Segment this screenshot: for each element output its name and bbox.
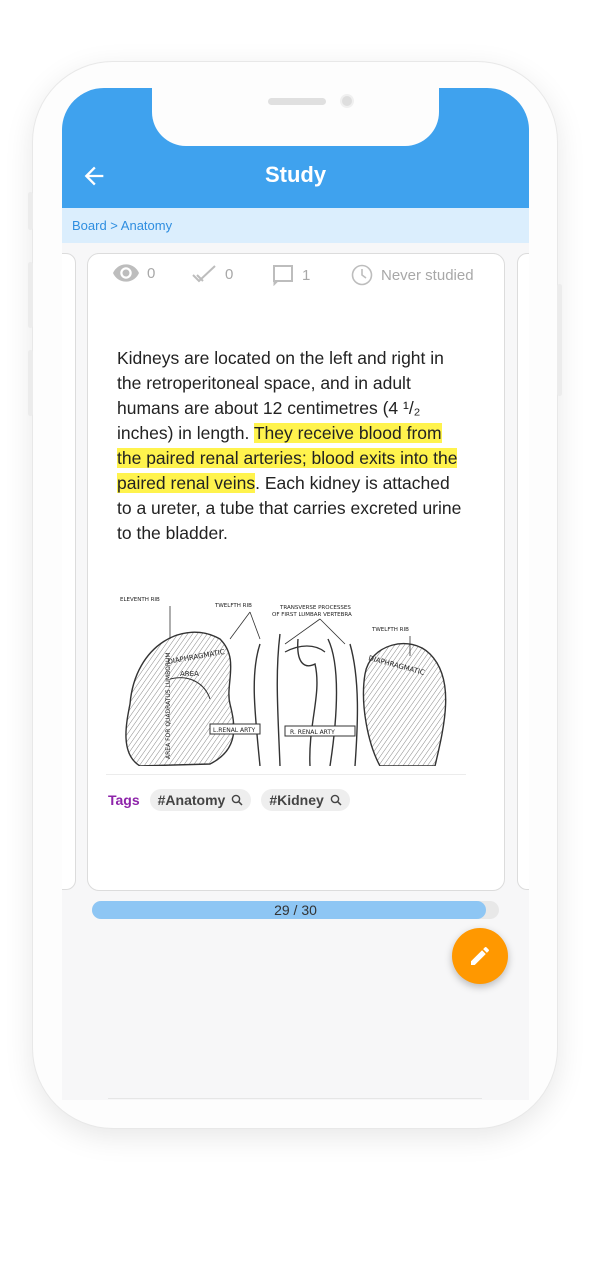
breadcrumb[interactable]: Board > Anatomy xyxy=(62,208,529,243)
edit-card-button[interactable] xyxy=(452,928,508,984)
comments-stat: 1 xyxy=(272,264,310,286)
phone-notch xyxy=(152,88,439,146)
label-twelfth-rib-right: TWELFTH RIB xyxy=(371,627,409,633)
app-bar: Study xyxy=(62,88,529,208)
kidney-drawing: ELEVENTH RIB TWELFTH RIB TRANSVERSE PROC… xyxy=(120,597,447,766)
last-studied-text: Never studied xyxy=(381,266,474,284)
previous-card-peek[interactable] xyxy=(62,253,76,890)
label-renal-arty-left: L.RENAL ARTY xyxy=(213,727,256,734)
kidney-anatomy-illustration: ELEVENTH RIB TWELFTH RIB TRANSVERSE PROC… xyxy=(110,584,470,766)
label-first-lumbar: OF FIRST LUMBAR VERTEBRA xyxy=(272,612,352,618)
pencil-icon xyxy=(471,946,490,965)
tag-chip-kidney[interactable]: #Kidney xyxy=(261,789,350,811)
comments-count: 1 xyxy=(302,266,311,284)
tag-chip-label: #Kidney xyxy=(269,792,324,808)
tags-row: Tags #Anatomy #Kidney xyxy=(108,789,350,811)
home-indicator xyxy=(108,1098,482,1099)
label-eleventh-rib: ELEVENTH RIB xyxy=(120,597,160,603)
correct-count: 0 xyxy=(225,265,234,283)
tags-divider xyxy=(106,774,466,775)
side-button-mute xyxy=(28,192,33,230)
label-twelfth-rib-left: TWELFTH RIB xyxy=(214,603,252,609)
next-card-peek[interactable] xyxy=(517,253,529,890)
correct-stat: 0 xyxy=(191,264,233,284)
tag-chip-label: #Anatomy xyxy=(157,792,226,808)
side-button-power xyxy=(557,284,562,396)
tag-chip-anatomy[interactable]: #Anatomy xyxy=(149,789,252,811)
check-icon xyxy=(191,264,217,284)
study-progress-bar: 29 / 30 xyxy=(92,901,499,919)
card-text: Kidneys are located on the left and righ… xyxy=(117,346,467,546)
page-title: Study xyxy=(264,162,327,187)
eye-icon xyxy=(113,264,139,282)
speaker xyxy=(268,98,326,105)
progress-label: 29 / 30 xyxy=(274,902,317,918)
label-renal-arty-right: R. RENAL ARTY xyxy=(290,729,335,736)
views-count: 0 xyxy=(147,264,156,282)
search-icon xyxy=(330,794,342,806)
side-button-volume-up xyxy=(28,262,33,328)
label-area-for-quadratus: AREA FOR QUADRATUS LUMBORUM xyxy=(165,652,172,759)
app-screen: Study Board > Anatomy 0 0 1 Never studie… xyxy=(62,88,529,1100)
camera xyxy=(340,94,354,108)
label-area-left: AREA xyxy=(180,670,199,678)
clock-icon xyxy=(351,264,373,286)
last-studied-stat: Never studied xyxy=(351,264,474,286)
search-icon xyxy=(232,794,243,806)
tags-label: Tags xyxy=(108,792,140,808)
comment-icon xyxy=(272,264,294,286)
card-stats: 0 0 1 Never studied xyxy=(88,264,504,286)
side-button-volume-down xyxy=(28,350,33,416)
views-stat: 0 xyxy=(113,264,155,282)
study-card: 0 0 1 Never studied Kidneys are located … xyxy=(87,253,505,891)
label-transverse-processes: TRANSVERSE PROCESSES xyxy=(279,605,351,611)
